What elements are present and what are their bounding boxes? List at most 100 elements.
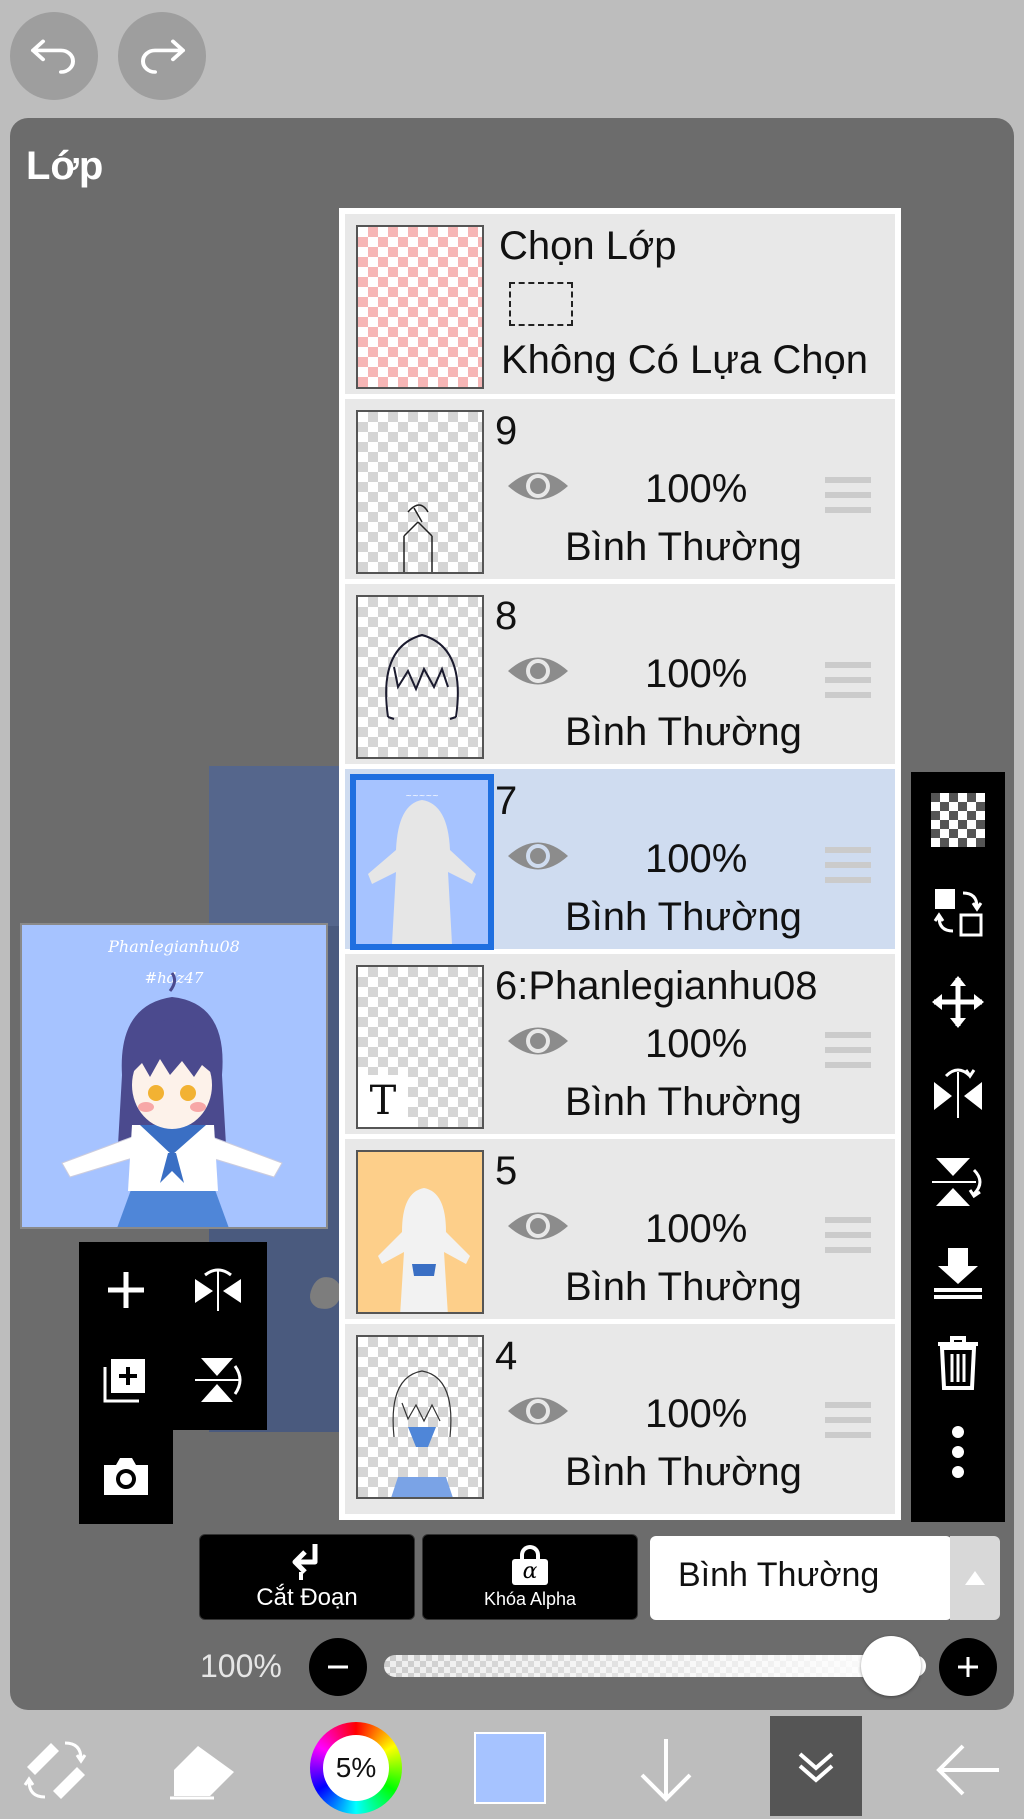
canvas-preview[interactable]: Phanlegianhu08 #hdz47 xyxy=(20,923,328,1229)
layer-opacity: 100% xyxy=(645,1207,748,1251)
layer-opacity: 100% xyxy=(645,837,748,881)
alpha-lock-icon: α xyxy=(512,1544,548,1585)
opacity-slider[interactable] xyxy=(384,1655,926,1677)
add-layer-button[interactable] xyxy=(84,1248,168,1332)
add-copy-icon xyxy=(103,1359,145,1403)
camera-import-button[interactable] xyxy=(84,1434,168,1518)
layer-opacity: 100% xyxy=(645,1392,748,1436)
layer-opacity: 100% xyxy=(645,652,748,696)
drag-handle-icon[interactable] xyxy=(825,1402,871,1438)
layer-name: 5 xyxy=(495,1149,518,1193)
redo-button[interactable] xyxy=(118,12,206,100)
visibility-eye-icon[interactable] xyxy=(505,650,571,692)
arrow-left-icon xyxy=(936,1744,999,1796)
opacity-increase-button[interactable] xyxy=(939,1638,997,1696)
layer-thumbnail: ~~~~~ xyxy=(350,774,494,950)
more-options-button[interactable] xyxy=(911,1412,1005,1492)
plus-icon xyxy=(958,1657,978,1677)
layer-blend-mode: Bình Thường xyxy=(565,1265,802,1309)
merge-down-button[interactable] xyxy=(911,1232,1005,1312)
layer-blend-mode: Bình Thường xyxy=(565,1450,802,1494)
eraser-shape-icon xyxy=(170,1746,234,1800)
visibility-eye-icon[interactable] xyxy=(505,465,571,507)
transparent-fill-button[interactable] xyxy=(911,780,1005,860)
layer-row-9[interactable]: 9 100% Bình Thường xyxy=(345,399,895,579)
checkerboard-icon xyxy=(931,793,985,847)
layer-thumbnail xyxy=(356,410,484,574)
clipping-button[interactable]: Cắt Đoạn xyxy=(199,1534,415,1620)
drag-handle-icon[interactable] xyxy=(825,1217,871,1253)
layer-opacity: 100% xyxy=(645,467,748,511)
layer-thumbnail xyxy=(356,595,484,759)
swap-layer-icon xyxy=(933,889,983,937)
move-button[interactable] xyxy=(911,962,1005,1042)
layer-thumbnail: T xyxy=(356,965,484,1129)
layer-row-6[interactable]: T 6:Phanlegianhu08 100% Bình Thường xyxy=(345,954,895,1134)
right-layer-toolbar xyxy=(911,772,1005,1522)
chevron-double-down-icon xyxy=(798,1752,834,1783)
layer-name: 7 xyxy=(495,779,518,823)
flip-horizontal-right-button[interactable] xyxy=(911,1052,1005,1132)
layer-row-7[interactable]: ~~~~~ 7 100% Bình Thường xyxy=(345,769,895,950)
back-button[interactable] xyxy=(928,1730,1008,1810)
layer-thumbnail xyxy=(356,1335,484,1499)
layer-row-5[interactable]: 5 100% Bình Thường xyxy=(345,1139,895,1319)
blend-mode-select[interactable]: Bình Thường xyxy=(650,1536,952,1620)
tool-switch-button[interactable] xyxy=(16,1728,96,1808)
brush-size-button[interactable]: 5% xyxy=(310,1722,402,1814)
delete-layer-button[interactable] xyxy=(911,1322,1005,1402)
svg-text:~~~~~: ~~~~~ xyxy=(405,791,439,800)
layer-blend-mode: Bình Thường xyxy=(565,525,802,569)
flip-horizontal-button[interactable] xyxy=(176,1248,260,1332)
move-down-button[interactable] xyxy=(626,1730,706,1810)
character-illustration xyxy=(61,972,283,1227)
drag-handle-icon[interactable] xyxy=(825,477,871,513)
move-icon xyxy=(932,976,984,1028)
select-tool-button[interactable] xyxy=(164,1730,244,1810)
visibility-eye-icon[interactable] xyxy=(505,835,571,877)
opacity-decrease-button[interactable] xyxy=(309,1638,367,1696)
selection-status: Không Có Lựa Chọn xyxy=(501,338,869,382)
visibility-eye-icon[interactable] xyxy=(505,1205,571,1247)
swap-layer-button[interactable] xyxy=(911,872,1005,952)
color-swatch-button[interactable] xyxy=(474,1732,546,1804)
more-vertical-icon xyxy=(952,1426,964,1478)
visibility-eye-icon[interactable] xyxy=(505,1020,571,1062)
arrow-down-icon xyxy=(640,1739,692,1802)
layer-row-4[interactable]: 4 100% Bình Thường xyxy=(345,1324,895,1514)
layer-name: 9 xyxy=(495,409,518,453)
layers-toggle-button[interactable] xyxy=(770,1716,862,1816)
undo-icon xyxy=(31,39,75,74)
clipping-arrow-icon xyxy=(292,1544,318,1580)
selection-layer-thumbnail xyxy=(356,225,484,389)
layer-blend-mode: Bình Thường xyxy=(565,895,802,939)
selection-marquee-icon xyxy=(509,282,573,326)
opacity-label: 100% xyxy=(200,1648,282,1684)
selection-layer-title: Chọn Lớp xyxy=(499,224,677,268)
alpha-lock-button[interactable]: α Khóa Alpha xyxy=(422,1534,638,1620)
opacity-slider-thumb[interactable] xyxy=(861,1636,921,1696)
layer-thumbnail xyxy=(356,1150,484,1314)
drag-handle-icon[interactable] xyxy=(825,847,871,883)
alpha-lock-label: Khóa Alpha xyxy=(483,1588,577,1609)
clipping-label: Cắt Đoạn xyxy=(256,1584,358,1611)
add-copy-layer-button[interactable] xyxy=(84,1338,168,1422)
layer-row-8[interactable]: 8 100% Bình Thường xyxy=(345,584,895,764)
flip-horizontal-icon xyxy=(934,1068,982,1118)
visibility-eye-icon[interactable] xyxy=(505,1390,571,1432)
drag-handle-icon[interactable] xyxy=(825,662,871,698)
trash-icon xyxy=(938,1336,978,1390)
blend-mode-dropdown-button[interactable] xyxy=(950,1536,1000,1620)
layer-name: 4 xyxy=(495,1334,518,1378)
brush-size-value: 5% xyxy=(323,1735,389,1801)
flip-vertical-right-button[interactable] xyxy=(911,1142,1005,1222)
blend-mode-value: Bình Thường xyxy=(678,1556,880,1594)
flip-vertical-button[interactable] xyxy=(176,1338,260,1422)
layer-name: 6:Phanlegianhu08 xyxy=(495,964,818,1008)
drag-handle-icon[interactable] xyxy=(825,1032,871,1068)
flip-vertical-icon xyxy=(195,1358,242,1402)
triangle-up-icon xyxy=(965,1571,985,1585)
undo-button[interactable] xyxy=(10,12,98,100)
selection-layer-row[interactable]: Chọn Lớp Không Có Lựa Chọn xyxy=(345,214,895,394)
canvas-area-top xyxy=(209,766,339,926)
